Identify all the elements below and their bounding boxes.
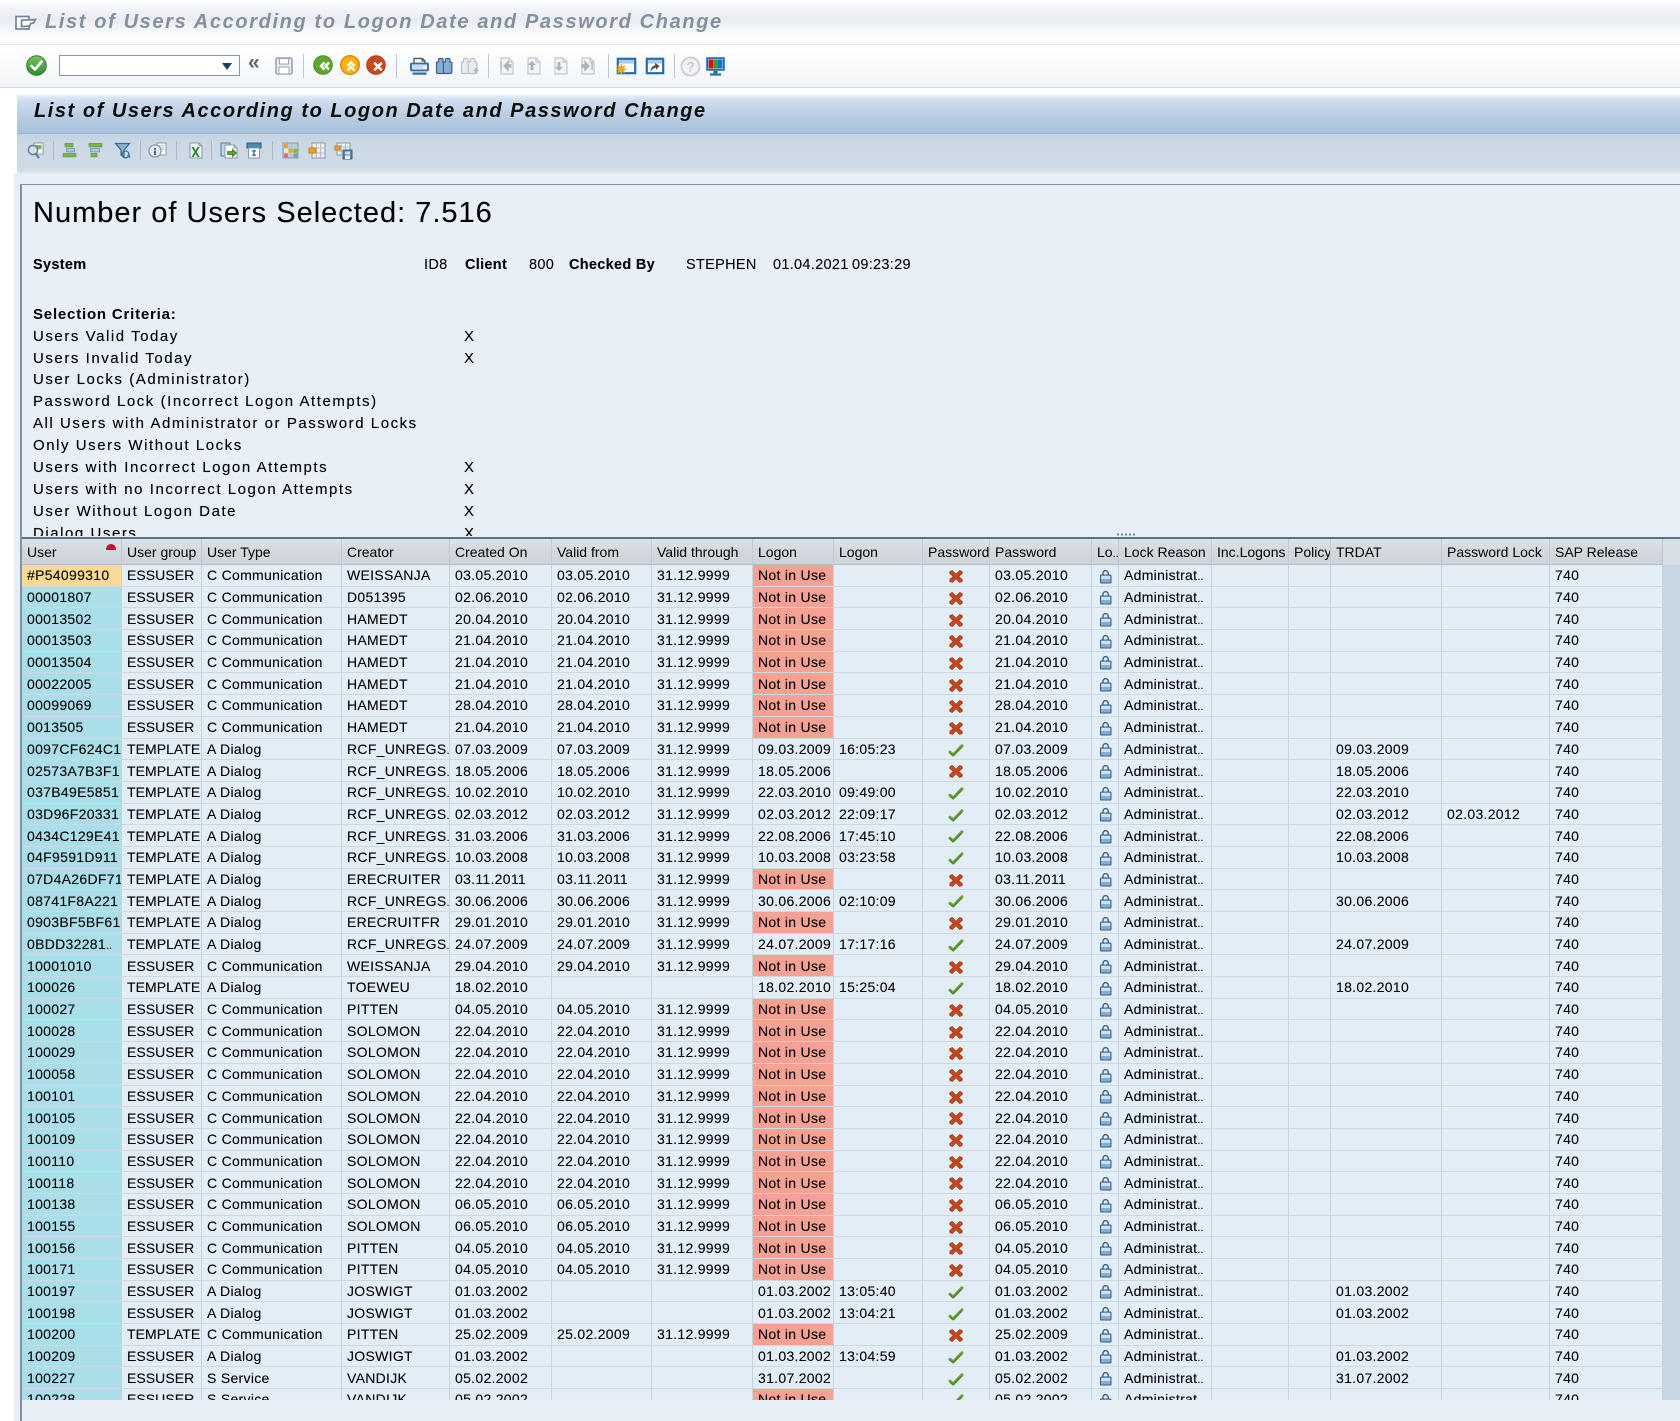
svg-text:?: ? (686, 59, 694, 74)
